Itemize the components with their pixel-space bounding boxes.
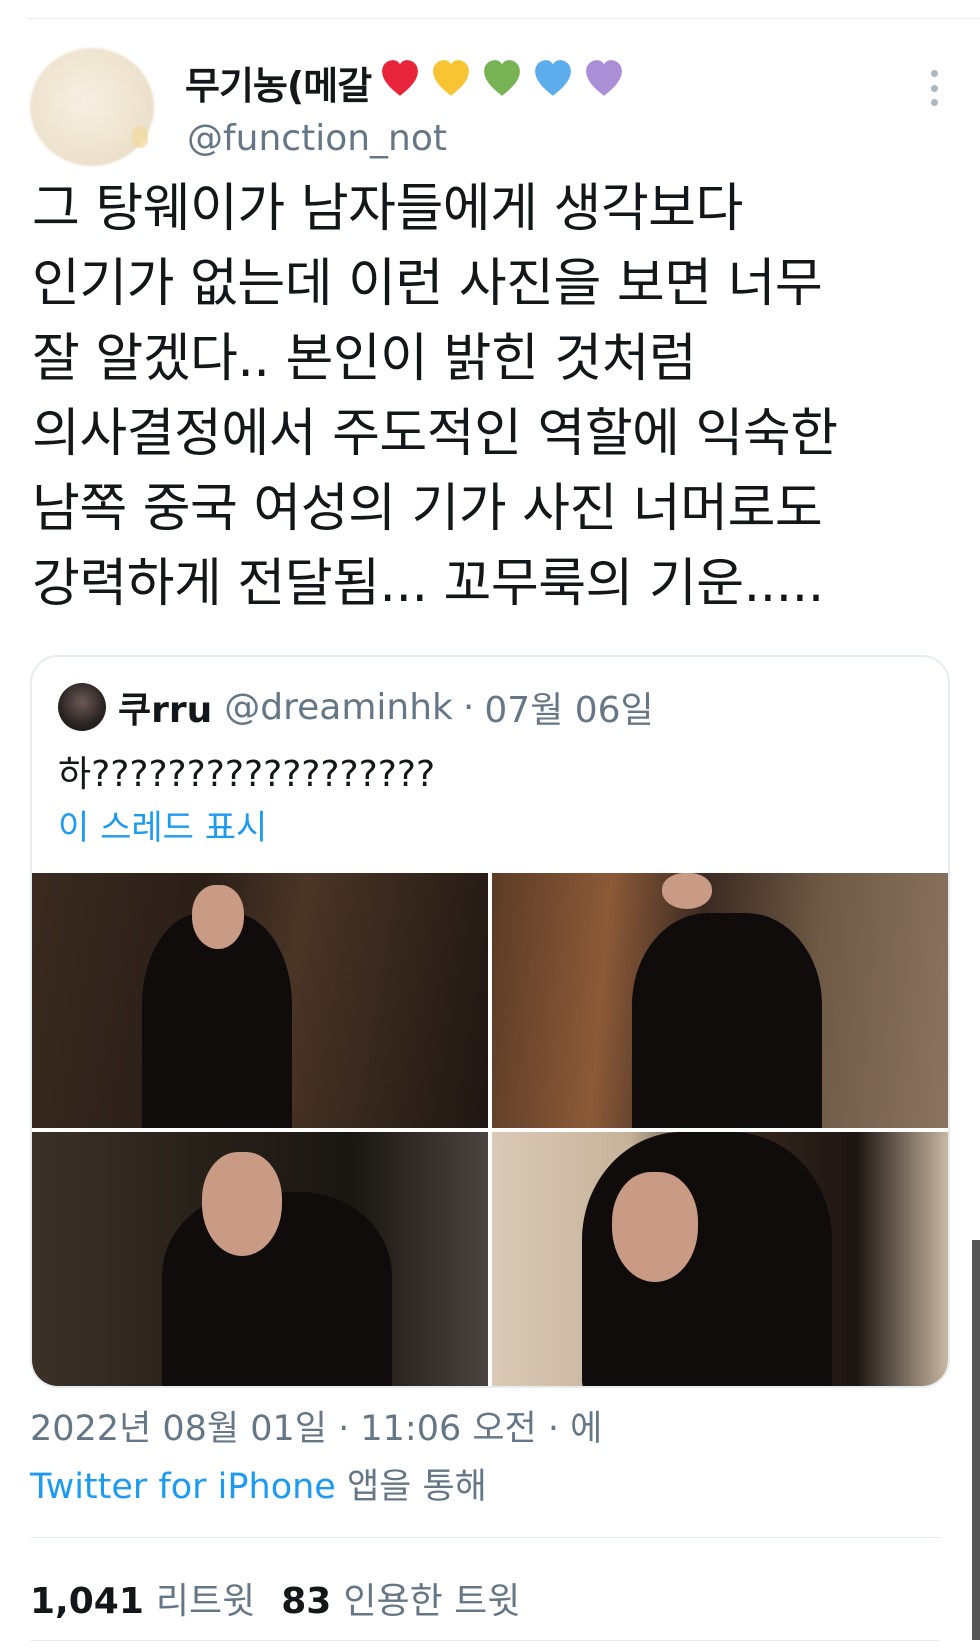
author-name-text: 무기농(메갈 xyxy=(185,63,372,108)
tweet-text-line: 인기가 없는데 이런 사진을 보면 너무 xyxy=(32,254,823,314)
avatar-badge xyxy=(132,126,148,148)
quoted-tweet-header: 쿠rru @dreaminhk · 07월 06일 xyxy=(118,679,654,735)
tweet-text-line: 남쪽 중국 여성의 기가 사진 너머로도 xyxy=(32,479,823,539)
retweets-label: 리트윗 xyxy=(155,1581,256,1622)
quoted-tweet-date: 07월 06일 xyxy=(484,690,654,731)
quoted-author-name: 쿠rru xyxy=(118,690,213,731)
retweets-count: 1,041 xyxy=(30,1581,144,1622)
quote-tweets-count: 83 xyxy=(281,1581,332,1622)
heart-emoji-row xyxy=(371,56,626,109)
photo-4[interactable] xyxy=(492,1132,948,1386)
show-thread-link[interactable]: 이 스레드 표시 xyxy=(58,800,267,849)
tweet-text-line: 그 탕웨이가 남자들에게 생각보다 xyxy=(32,179,743,239)
yellow-heart-icon xyxy=(429,56,473,100)
photo-grid xyxy=(32,873,948,1386)
tweet-timestamp[interactable]: 2022년 08월 01일 · 11:06 오전 · 에 xyxy=(30,1400,602,1451)
author-display-name[interactable]: 무기농(메갈 xyxy=(185,56,626,109)
tweet-text-line: 잘 알겠다.. 본인이 밝힌 것처럼 xyxy=(32,329,697,389)
engagement-stats: 1,041 리트윗 83 인용한 트윗 xyxy=(30,1572,546,1624)
blue-heart-icon xyxy=(531,56,575,100)
photo-3[interactable] xyxy=(32,1132,488,1386)
quoted-tweet-text: 하?????????????????? xyxy=(58,754,436,795)
quoted-author-avatar xyxy=(58,683,106,731)
source-app-link[interactable]: Twitter for iPhone xyxy=(30,1467,336,1507)
author-avatar[interactable] xyxy=(30,48,154,166)
quoted-author-handle: @dreaminhk xyxy=(224,686,453,728)
quoted-tweet-card[interactable]: 쿠rru @dreaminhk · 07월 06일 하?????????????… xyxy=(30,655,950,1388)
screen-edge xyxy=(972,1240,980,1640)
tweet-text-line: 강력하게 전달됨... 꼬무룩의 기운..... xyxy=(32,554,824,614)
source-suffix: 앱을 통해 xyxy=(335,1467,487,1507)
retweets-stat[interactable]: 1,041 리트윗 xyxy=(30,1572,255,1624)
quote-tweets-label: 인용한 트윗 xyxy=(343,1581,521,1622)
tweet-text-line: 의사결정에서 주도적인 역할에 익숙한 xyxy=(32,404,838,464)
stats-divider xyxy=(30,1537,940,1538)
more-options-icon[interactable] xyxy=(928,70,940,106)
red-heart-icon xyxy=(378,56,422,100)
photo-1[interactable] xyxy=(32,873,488,1128)
bottom-divider xyxy=(30,1640,940,1641)
quote-tweets-stat[interactable]: 83 인용한 트윗 xyxy=(281,1572,520,1624)
separator-dot: · xyxy=(462,686,475,728)
top-divider xyxy=(28,18,980,19)
tweet-text: 그 탕웨이가 남자들에게 생각보다 인기가 없는데 이런 사진을 보면 너무 잘… xyxy=(32,172,952,622)
tweet-source: Twitter for iPhone 앱을 통해 xyxy=(30,1458,487,1509)
photo-2[interactable] xyxy=(492,873,948,1128)
purple-heart-icon xyxy=(582,56,626,100)
green-heart-icon xyxy=(480,56,524,100)
author-handle[interactable]: @function_not xyxy=(187,118,447,159)
